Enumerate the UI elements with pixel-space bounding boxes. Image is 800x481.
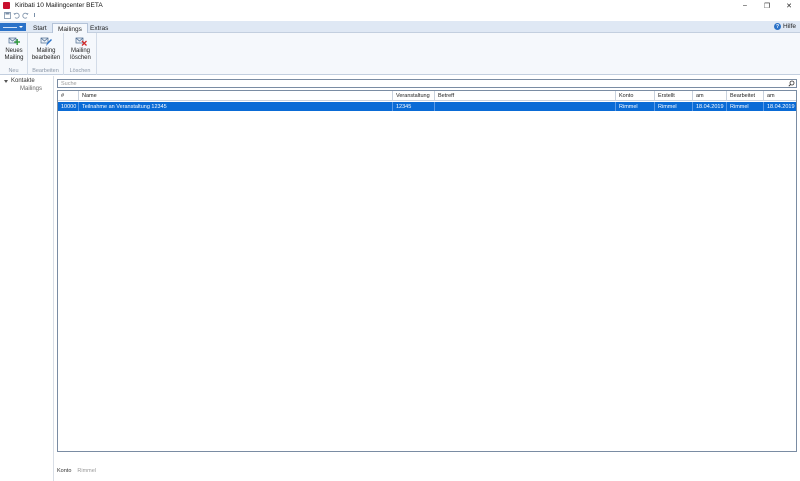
customize-toolbar-icon[interactable] [31, 12, 38, 19]
new-mailing-button[interactable]: Neues Mailing [3, 35, 25, 62]
column-header-erstellt-am[interactable]: am [693, 91, 727, 101]
cell-veranstaltung: 12345 [393, 102, 435, 111]
new-mailing-label-2: Mailing [4, 55, 24, 61]
search-box [57, 79, 797, 88]
ribbon-group-loeschen: Mailing löschen Löschen [64, 33, 97, 75]
column-header-name[interactable]: Name [79, 91, 393, 101]
title-bar: Kiribati 10 Mailingcenter BETA – ❐ ✕ [0, 0, 800, 11]
file-menu-bar-icon [3, 26, 17, 28]
cell-erstellt: Rimmel [655, 102, 693, 111]
delete-mailing-label-1: Mailing [70, 48, 90, 54]
column-header-bearbeitet-am[interactable]: am [764, 91, 796, 101]
column-header-erstellt[interactable]: Erstellt [655, 91, 693, 101]
search-icon[interactable] [787, 80, 796, 87]
cell-name: Teilnahme an Veranstaltung 12345 [79, 102, 393, 111]
undo-icon[interactable] [13, 12, 20, 19]
cell-erstellt-am: 18.04.2019 [693, 102, 727, 111]
cell-konto: Rimmel [616, 102, 655, 111]
cell-id: 10000 [58, 102, 79, 111]
column-header-konto[interactable]: Konto [616, 91, 655, 101]
status-bar: Konto Rimmel [57, 468, 96, 474]
nav-item-mailings[interactable]: Mailings [0, 85, 53, 93]
help-button[interactable]: ? Hilfe [773, 23, 796, 30]
column-header-betreff[interactable]: Betreff [435, 91, 616, 101]
file-menu-button[interactable] [0, 23, 26, 31]
grid-header: # Name Veranstaltung Betreff Konto Erste… [58, 91, 796, 101]
maximize-button[interactable]: ❐ [756, 0, 778, 11]
help-label: Hilfe [782, 23, 796, 30]
edit-mailing-label-1: Mailing [36, 48, 56, 54]
new-mailing-icon [8, 37, 20, 45]
delete-mailing-icon [75, 37, 87, 46]
chevron-down-icon [19, 26, 23, 28]
search-input[interactable] [58, 80, 787, 87]
column-header-veranstaltung[interactable]: Veranstaltung [393, 91, 435, 101]
edit-mailing-label-2: bearbeiten [31, 55, 61, 61]
new-mailing-label-1: Neues [5, 48, 23, 54]
window-title: Kiribati 10 Mailingcenter BETA [15, 2, 103, 9]
tab-start[interactable]: Start [28, 23, 52, 33]
app-logo-icon [3, 2, 10, 9]
ribbon-group-neu: Neues Mailing Neu [0, 33, 28, 75]
nav-item-kontakte[interactable]: Kontakte [0, 77, 53, 85]
expand-arrow-icon[interactable] [4, 79, 8, 83]
ribbon-group-bearbeiten: Mailing bearbeiten Bearbeiten [28, 33, 64, 75]
nav-item-mailings-label: Mailings [20, 86, 43, 92]
column-header-bearbeitet[interactable]: Bearbeitet [727, 91, 764, 101]
window-controls: – ❐ ✕ [734, 0, 800, 11]
close-button[interactable]: ✕ [778, 0, 800, 11]
cell-bearbeitet-am: 18.04.2019 [767, 103, 795, 110]
cell-bearbeitet: Rimmel [727, 102, 764, 111]
status-konto-label: Konto [57, 468, 72, 474]
delete-mailing-button[interactable]: Mailing löschen [67, 35, 94, 62]
navigation-tree: Kontakte Mailings [0, 76, 54, 481]
group-label-neu: Neu [8, 68, 19, 74]
edit-mailing-button[interactable]: Mailing bearbeiten [31, 35, 61, 62]
tab-extras[interactable]: Extras [85, 23, 113, 33]
redo-icon[interactable] [22, 12, 29, 19]
nav-item-kontakte-label: Kontakte [11, 78, 35, 84]
group-label-loeschen: Löschen [69, 68, 91, 74]
column-header-id[interactable]: # [58, 91, 79, 101]
status-konto-value: Rimmel [77, 468, 97, 474]
quick-access-toolbar [0, 11, 38, 20]
mailings-grid: # Name Veranstaltung Betreff Konto Erste… [57, 90, 797, 452]
delete-mailing-label-2: löschen [70, 55, 91, 61]
group-label-bearbeiten: Bearbeiten [32, 68, 59, 74]
edit-mailing-icon [40, 37, 52, 46]
ribbon-tab-bar: Start Mailings Extras ? Hilfe [0, 21, 800, 34]
table-row[interactable]: 10000 Teilnahme an Veranstaltung 12345 1… [58, 102, 796, 111]
cell-betreff [435, 102, 616, 111]
ribbon-body: Neues Mailing Neu Mailing bearbeiten Bea… [0, 33, 800, 75]
help-icon: ? [773, 23, 781, 30]
minimize-button[interactable]: – [734, 0, 756, 11]
save-icon[interactable] [4, 12, 11, 19]
